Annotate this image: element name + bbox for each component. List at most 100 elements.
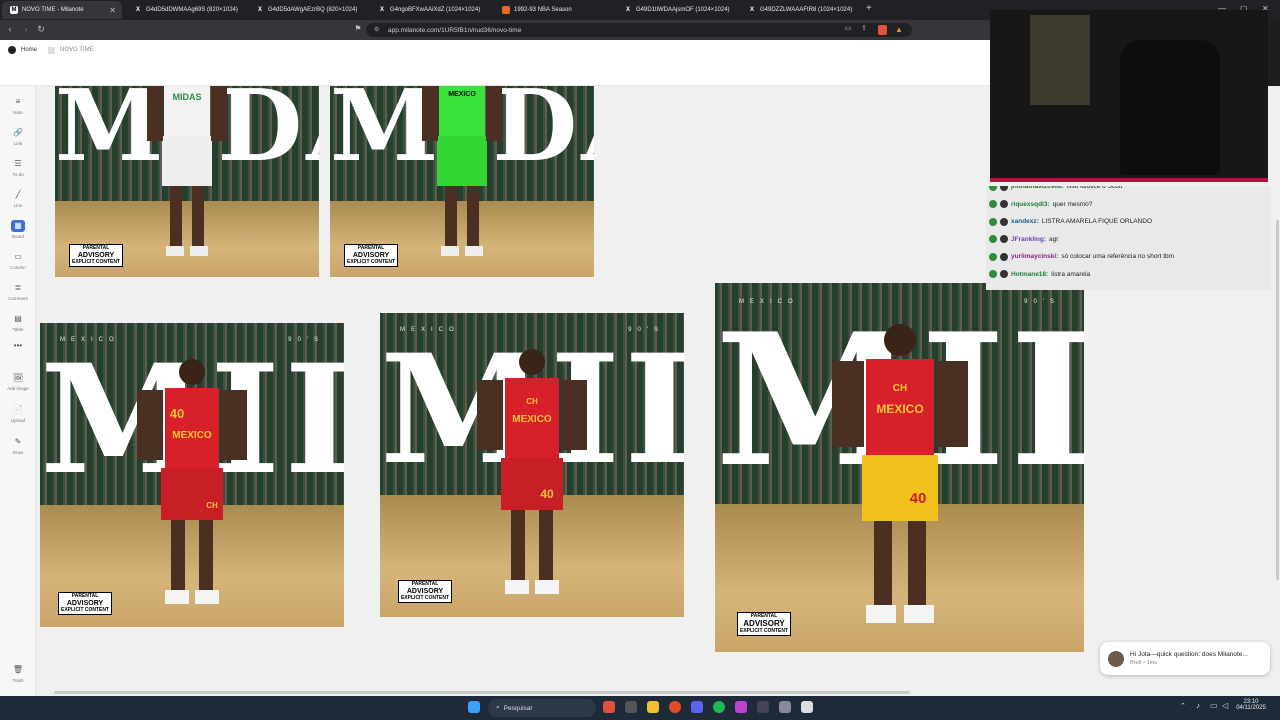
clock[interactable]: 23:10 04/11/2025 — [1234, 699, 1268, 711]
tool-label: Link — [13, 141, 23, 146]
tab-image-4[interactable]: X G49D1tiWDAAjsmOF (1024×1024) — [616, 1, 736, 19]
chat-badge-icon — [1000, 200, 1008, 209]
left-toolbar: ≡ Note 🔗 Link ☰ To-do ╱ Line ▦ Board ▭ Column … — [0, 86, 36, 696]
spotify-app-icon[interactable] — [713, 701, 725, 713]
player-figure: MIDAS — [147, 86, 227, 256]
tool-upload[interactable]: 📄 Upload — [0, 404, 36, 423]
player-figure: CH MEXICO 40 — [477, 349, 587, 594]
microphone-icon[interactable]: ♪ — [1196, 701, 1200, 710]
tab-label: G4dD5dAWgAEzrBQ (820×1024) — [268, 7, 358, 13]
tool-comment[interactable]: ≣ Comment — [0, 282, 36, 301]
x-favicon-icon: X — [749, 7, 754, 13]
chat-badge-icon — [989, 270, 997, 279]
tool-todo[interactable]: ☰ To-do — [0, 158, 36, 177]
chat-badge-icon — [989, 252, 997, 261]
chat-username: riquexsqdl3: — [1011, 200, 1050, 208]
wall-poster-image — [1030, 15, 1090, 105]
jersey-text: MEXICO — [512, 414, 552, 425]
tray-chevron-icon[interactable]: ⌃ — [1180, 702, 1186, 710]
chat-username: Hotmane18: — [1011, 270, 1049, 278]
settings-app-icon[interactable] — [779, 701, 791, 713]
image-card-green-kit[interactable]: MIDAS MEXICO PARENTALADVISORYEXPLICIT CO… — [330, 86, 594, 277]
todo-icon: ☰ — [14, 159, 22, 168]
tab-nba-season[interactable]: 1992-93 NBA Season — [494, 1, 614, 19]
horizontal-scrollbar[interactable] — [54, 691, 910, 694]
chat-username: xandexz: — [1011, 218, 1039, 226]
tab-label: G49D1tiWDAAjsmOF (1024×1024) — [636, 7, 730, 13]
tool-add-image[interactable]: 🖼 Add image — [0, 372, 36, 391]
chat-badge-icon — [1000, 270, 1008, 279]
tab-milanote[interactable]: M NOVO TIME - Milanote ✕ — [2, 1, 122, 19]
tab-label: G49DZZLWAAAFtR8 (1024×1024) — [760, 7, 853, 13]
tool-board[interactable]: ▦ Board — [0, 220, 36, 239]
image-card-yellow-shorts[interactable]: MEXICO 90'S MIDAS CH MEXICO 40 PARENTALA… — [715, 283, 1084, 652]
chat-message: jhonatha9tz0908: isso idiotice o Scott — [986, 186, 1271, 196]
tab-image-1[interactable]: X G4dD5dDWMAAg69S (820×1024) — [126, 1, 246, 19]
tool-more[interactable]: ••• — [0, 340, 36, 354]
image-card-red-kit-1[interactable]: MEXICO 90'S MIDAS 40 MEXICO CH PARENTALA… — [40, 323, 344, 627]
tool-trash[interactable]: 🗑 Trash — [0, 664, 36, 683]
link-icon: 🔗 — [13, 128, 23, 137]
player-figure: MEXICO — [422, 86, 502, 256]
shorts-number: 40 — [909, 490, 926, 507]
chat-badge-icon — [989, 200, 997, 209]
jersey-text: MIDAS — [173, 92, 202, 102]
vertical-scrollbar[interactable] — [1276, 220, 1279, 580]
crest-text: CH — [526, 397, 538, 406]
chrome-app-icon[interactable] — [669, 701, 681, 713]
upload-icon: 📄 — [13, 405, 23, 414]
notification-meta: Brett • 1mo — [1130, 660, 1158, 666]
app-icon[interactable] — [757, 701, 769, 713]
tool-link[interactable]: 🔗 Link — [0, 127, 36, 146]
file-explorer-icon[interactable] — [647, 701, 659, 713]
breadcrumb-board[interactable]: NOVO TIME — [60, 47, 94, 53]
intercom-notification[interactable]: Hi Jota—quick question: does Milanote...… — [1100, 642, 1270, 675]
volume-icon[interactable]: ◁ — [1222, 701, 1228, 710]
table-icon: ▤ — [14, 314, 22, 323]
column-icon: ▭ — [14, 252, 22, 261]
tool-column[interactable]: ▭ Column — [0, 251, 36, 270]
obs-app-icon[interactable] — [625, 701, 637, 713]
chat-message: Hotmane18: listra amarela — [986, 266, 1271, 284]
discord-app-icon[interactable] — [691, 701, 703, 713]
tool-label: Table — [12, 327, 24, 332]
tool-table[interactable]: ▤ Table — [0, 313, 36, 332]
tool-label: To-do — [12, 172, 24, 177]
jersey-text: MEXICO — [172, 430, 212, 441]
chair-image — [1120, 40, 1220, 175]
close-tab-icon[interactable]: ✕ — [109, 6, 116, 15]
tool-label: Upload — [10, 418, 26, 423]
image-card-white-kit[interactable]: MIDAS MIDAS PARENTALADVISORYEXPLICIT CON… — [55, 86, 319, 277]
trash-icon: 🗑 — [12, 665, 24, 674]
x-favicon-icon: X — [135, 7, 140, 13]
webcam-overlay — [990, 10, 1268, 182]
search-placeholder: Pesquisar — [503, 704, 533, 712]
tab-image-5[interactable]: X G49DZZLWAAAFtR8 (1024×1024) — [740, 1, 860, 19]
parental-advisory-label: PARENTAL ADVISORY EXPLICIT CONTENT — [398, 580, 453, 603]
jersey-number: 40 — [170, 406, 184, 421]
taskbar-search[interactable]: ⌕ Pesquisar — [488, 699, 596, 717]
tool-note[interactable]: ≡ Note — [0, 96, 36, 115]
tool-label: Line — [13, 203, 23, 208]
image-card-red-kit-2[interactable]: MEXICO 90'S MIDAS CH MEXICO 40 PARENTALA… — [380, 313, 684, 617]
new-tab-button[interactable]: + — [866, 3, 872, 14]
tool-draw[interactable]: ✎ Draw — [0, 436, 36, 455]
notepad-app-icon[interactable] — [801, 701, 813, 713]
tab-image-3[interactable]: X G4ngoBFXwAAiXdZ (1024×1024) — [370, 1, 490, 19]
parental-advisory-label: PARENTAL ADVISORY EXPLICIT CONTENT — [737, 612, 792, 636]
chat-message: yuriimaycinski: só colocar uma referência… — [986, 248, 1271, 266]
app-icon[interactable] — [735, 701, 747, 713]
x-favicon-icon: X — [379, 7, 384, 13]
tool-line[interactable]: ╱ Line — [0, 189, 36, 208]
network-icon[interactable]: ▭ — [1210, 701, 1218, 710]
jersey-text: MEXICO — [876, 402, 923, 416]
brave-app-icon[interactable] — [603, 701, 615, 713]
tab-image-2[interactable]: X G4dD5dAWgAEzrBQ (820×1024) — [248, 1, 368, 19]
breadcrumb-home[interactable]: Home — [21, 47, 37, 53]
chat-message: xandexz: LISTRA AMARELA FIQUE ORLANDO — [986, 213, 1271, 231]
chat-badge-icon — [989, 186, 997, 191]
chat-badge-icon — [1000, 235, 1008, 244]
breadcrumb: Home NOVO TIME — [8, 46, 94, 54]
milanote-favicon-icon: M — [10, 6, 18, 14]
start-menu-icon[interactable] — [468, 701, 480, 713]
